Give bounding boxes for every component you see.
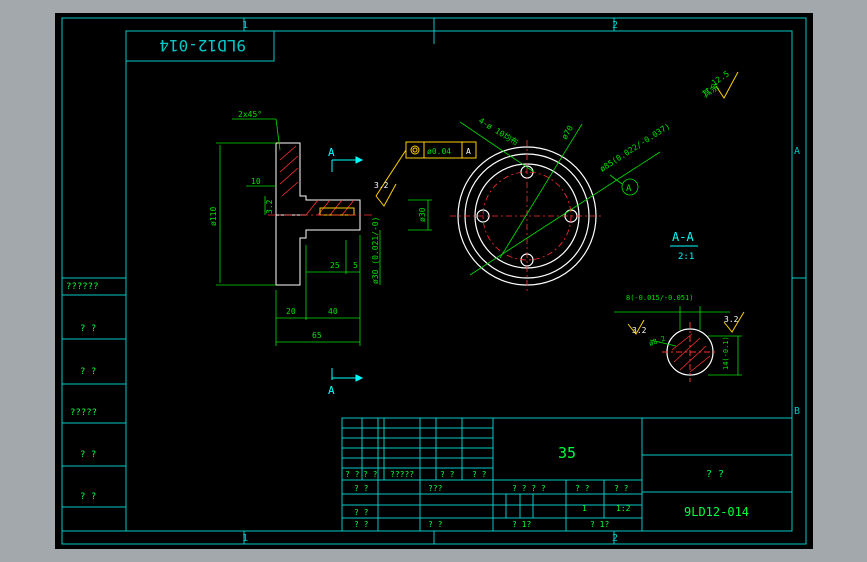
cut-mark-top-label: A bbox=[328, 146, 335, 159]
dim-len-40: 40 bbox=[328, 307, 338, 316]
zone-col-2-top: 2 bbox=[612, 20, 618, 31]
key-roughness-right: 3.2 bbox=[724, 315, 739, 324]
strip-label-4: ????? bbox=[70, 408, 97, 418]
drawing-number: 9LD12-014 bbox=[684, 505, 749, 519]
strip-label-1: ?????? bbox=[66, 282, 99, 292]
sign-row-3: ? ? bbox=[354, 520, 369, 529]
zone-col-2-bottom: 2 bbox=[612, 533, 618, 544]
dim-len-65: 65 bbox=[312, 331, 322, 340]
rev-header-1: ? ? bbox=[345, 470, 360, 479]
dim-chamfer: 2x45° bbox=[238, 110, 262, 119]
scale-value: 1:2 bbox=[616, 504, 631, 513]
rev-header-4: ? ? bbox=[440, 470, 455, 479]
dim-len-20: 20 bbox=[286, 307, 296, 316]
dim-len-25: 25 bbox=[330, 261, 340, 270]
rev-header-3: ????? bbox=[390, 470, 414, 479]
dim-step: 3.2 bbox=[265, 199, 274, 214]
drawing-canvas: 1 2 1 2 A B 9LD12-014 ?????? ? ? ? ? ???… bbox=[55, 13, 813, 549]
datum-a: A bbox=[626, 184, 632, 194]
part-name: ? ? bbox=[706, 469, 724, 480]
key-roughness-left: 3.2 bbox=[632, 326, 647, 335]
section-title: A-A bbox=[672, 230, 694, 244]
scale-label: ? ? bbox=[614, 484, 629, 493]
sign-row-1: ? ? bbox=[354, 484, 369, 493]
dim-diameter-outer: ø110 bbox=[209, 207, 218, 226]
sign-row-b-1: ??? bbox=[428, 484, 443, 493]
sheet-b: ? 1? bbox=[590, 520, 609, 529]
gd-tolerance-value: ø0.04 bbox=[427, 147, 451, 156]
strip-label-5: ? ? bbox=[80, 450, 96, 460]
dim-len-5: 5 bbox=[353, 261, 358, 270]
cut-mark-bottom-label: A bbox=[328, 384, 335, 397]
zone-row-a: A bbox=[794, 146, 800, 157]
zone-col-1-bottom: 1 bbox=[242, 533, 248, 544]
material: 35 bbox=[558, 444, 576, 462]
rev-header-5: ? ? bbox=[472, 470, 487, 479]
dim-fit: ø30 (0.021/-0) bbox=[371, 217, 380, 284]
section-scale: 2:1 bbox=[678, 252, 694, 262]
reversed-number: 9LD12-014 bbox=[159, 36, 246, 55]
key-width: 8(-0.015/-0.051) bbox=[626, 294, 693, 302]
model-space bbox=[55, 13, 813, 549]
gd-tolerance-datum: A bbox=[466, 147, 471, 156]
dim-bore: ø30 bbox=[418, 207, 427, 222]
weight-label: ? ? bbox=[575, 484, 590, 493]
sign-row-2: ? ? bbox=[354, 508, 369, 517]
rev-header-2: ? ? bbox=[363, 470, 378, 479]
key-depth: 14(-0.1) bbox=[722, 336, 730, 370]
zone-col-1-top: 1 bbox=[242, 20, 248, 31]
qty-value: 1 bbox=[582, 504, 587, 513]
zone-row-b: B bbox=[794, 406, 800, 417]
stage-label: ? ? ? ? bbox=[512, 484, 546, 493]
sheet-a: ? 1? bbox=[512, 520, 531, 529]
dim-shoulder: 10 bbox=[251, 177, 261, 186]
strip-label-6: ? ? bbox=[80, 492, 96, 502]
strip-label-3: ? ? bbox=[80, 367, 96, 377]
strip-label-2: ? ? bbox=[80, 324, 96, 334]
sign-row-b-2: ? ? bbox=[428, 520, 443, 529]
roughness-side: 3.2 bbox=[374, 181, 389, 190]
